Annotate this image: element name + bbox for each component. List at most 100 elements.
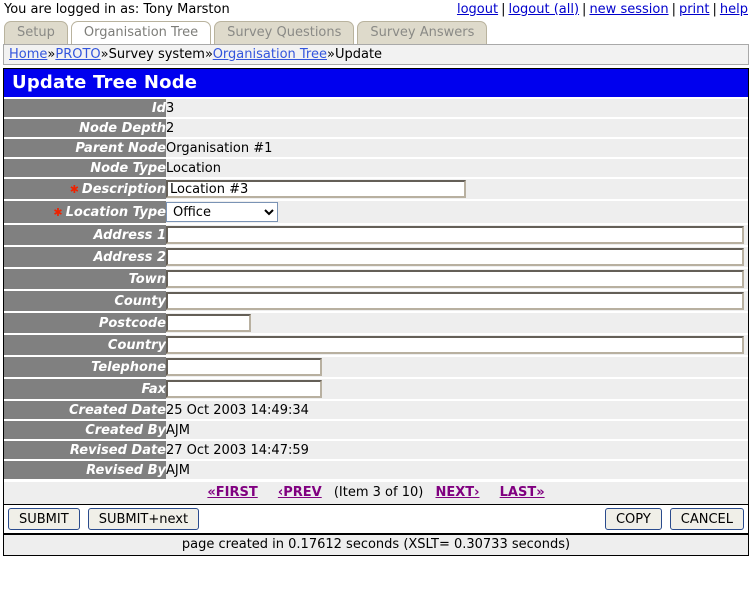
- breadcrumb-separator: »: [205, 47, 213, 62]
- field-label-created-by: Created By: [4, 421, 166, 439]
- field-value-created-by: AJM: [166, 421, 748, 439]
- form-row-address-2: Address 2: [4, 247, 748, 267]
- field-label-text: Telephone: [91, 360, 166, 375]
- field-label-revised-date: Revised Date: [4, 441, 166, 459]
- breadcrumb-item-home[interactable]: Home: [9, 47, 47, 62]
- input-telephone[interactable]: [166, 358, 322, 376]
- select-location-type[interactable]: Office: [166, 202, 278, 222]
- field-value-county: [166, 291, 748, 311]
- field-value-node-type: Location: [166, 159, 748, 177]
- field-value-revised-date: 27 Oct 2003 14:47:59: [166, 441, 748, 459]
- breadcrumb-item-organisation-tree[interactable]: Organisation Tree: [213, 47, 327, 62]
- field-label-text: Address 1: [93, 228, 166, 243]
- form-row-fax: Fax: [4, 379, 748, 399]
- field-value-parent-node: Organisation #1: [166, 139, 748, 157]
- field-label-fax: Fax: [4, 379, 166, 399]
- field-label-text: Id: [152, 101, 166, 116]
- top-link-separator: |: [579, 2, 589, 17]
- static-value-text: 3: [166, 101, 174, 116]
- input-address-1[interactable]: [166, 226, 744, 244]
- pagination-bar: «FIRST ‹PREV (Item 3 of 10) NEXT› LAST»: [4, 481, 748, 504]
- input-postcode[interactable]: [166, 314, 251, 332]
- pager-first-link[interactable]: «FIRST: [207, 485, 257, 500]
- tab-survey-answers[interactable]: Survey Answers: [357, 21, 487, 44]
- top-link-separator: |: [710, 2, 720, 17]
- breadcrumb-item-survey-system: Survey system: [109, 47, 205, 62]
- form-row-postcode: Postcode: [4, 313, 748, 333]
- field-label-revised-by: Revised By: [4, 461, 166, 479]
- field-label-address-1: Address 1: [4, 225, 166, 245]
- breadcrumb-item-proto[interactable]: PROTO: [55, 47, 100, 62]
- page-footer: page created in 0.17612 seconds (XSLT= 0…: [3, 534, 749, 556]
- input-description[interactable]: [166, 180, 466, 198]
- page-title: Update Tree Node: [4, 69, 748, 97]
- field-label-text: Node Depth: [79, 121, 166, 136]
- top-bar: You are logged in as: Tony Marston logou…: [0, 0, 752, 18]
- field-label-parent-node: Parent Node: [4, 139, 166, 157]
- input-fax[interactable]: [166, 380, 322, 398]
- static-value-text: 27 Oct 2003 14:47:59: [166, 443, 309, 458]
- form-row-telephone: Telephone: [4, 357, 748, 377]
- field-value-node-depth: 2: [166, 119, 748, 137]
- top-link-new-session[interactable]: new session: [589, 2, 668, 17]
- input-country[interactable]: [166, 336, 744, 354]
- field-label-text: Created Date: [69, 403, 166, 418]
- top-link-logout[interactable]: logout: [457, 2, 498, 17]
- field-label-text: Node Type: [90, 161, 166, 176]
- pager-next-link[interactable]: NEXT›: [435, 485, 479, 500]
- static-value-text: 2: [166, 121, 174, 136]
- cancel-button[interactable]: CANCEL: [670, 508, 744, 530]
- field-label-node-type: Node Type: [4, 159, 166, 177]
- breadcrumb-separator: »: [101, 47, 109, 62]
- top-link-print[interactable]: print: [679, 2, 710, 17]
- field-value-town: [166, 269, 748, 289]
- field-label-text: Created By: [85, 423, 166, 438]
- static-value-text: Organisation #1: [166, 141, 272, 156]
- input-town[interactable]: [166, 270, 744, 288]
- field-label-text: Location Type: [66, 205, 166, 220]
- field-label-created-date: Created Date: [4, 401, 166, 419]
- tab-setup[interactable]: Setup: [4, 21, 68, 44]
- submit-next-button[interactable]: SUBMIT+next: [88, 508, 199, 530]
- field-value-postcode: [166, 313, 748, 333]
- required-asterisk-icon: ✱: [70, 183, 82, 196]
- field-label-text: Address 2: [93, 250, 166, 265]
- field-value-location-type: Office: [166, 201, 748, 223]
- field-label-text: Country: [108, 338, 166, 353]
- field-value-created-date: 25 Oct 2003 14:49:34: [166, 401, 748, 419]
- field-label-telephone: Telephone: [4, 357, 166, 377]
- static-value-text: AJM: [166, 463, 190, 478]
- submit-button[interactable]: SUBMIT: [8, 508, 80, 530]
- field-label-text: Revised Date: [70, 443, 166, 458]
- form-row-location-type: ✱Location TypeOffice: [4, 201, 748, 223]
- field-label-text: Parent Node: [75, 141, 166, 156]
- top-link-logout-all[interactable]: logout (all): [508, 2, 579, 17]
- breadcrumb-wrapper: Home»PROTO»Survey system»Organisation Tr…: [0, 44, 752, 65]
- field-value-revised-by: AJM: [166, 461, 748, 479]
- input-address-2[interactable]: [166, 248, 744, 266]
- field-label-text: Fax: [141, 382, 166, 397]
- pager-last-link[interactable]: LAST»: [500, 485, 545, 500]
- pager-prev-link[interactable]: ‹PREV: [278, 485, 322, 500]
- field-label-country: Country: [4, 335, 166, 355]
- input-county[interactable]: [166, 292, 744, 310]
- field-label-node-depth: Node Depth: [4, 119, 166, 137]
- static-value-text: Location: [166, 161, 221, 176]
- form-row-created-by: Created ByAJM: [4, 421, 748, 439]
- form-row-address-1: Address 1: [4, 225, 748, 245]
- field-label-postcode: Postcode: [4, 313, 166, 333]
- top-link-help[interactable]: help: [720, 2, 748, 17]
- field-label-town: Town: [4, 269, 166, 289]
- tab-organisation-tree[interactable]: Organisation Tree: [71, 21, 211, 44]
- field-label-address-2: Address 2: [4, 247, 166, 267]
- field-label-text: Revised By: [86, 463, 166, 478]
- form-row-description: ✱Description: [4, 179, 748, 199]
- form-row-county: County: [4, 291, 748, 311]
- field-value-fax: [166, 379, 748, 399]
- form-row-country: Country: [4, 335, 748, 355]
- tab-survey-questions[interactable]: Survey Questions: [214, 21, 354, 44]
- form-row-town: Town: [4, 269, 748, 289]
- required-asterisk-icon: ✱: [53, 206, 65, 219]
- copy-button[interactable]: COPY: [605, 508, 662, 530]
- form-row-node-type: Node TypeLocation: [4, 159, 748, 177]
